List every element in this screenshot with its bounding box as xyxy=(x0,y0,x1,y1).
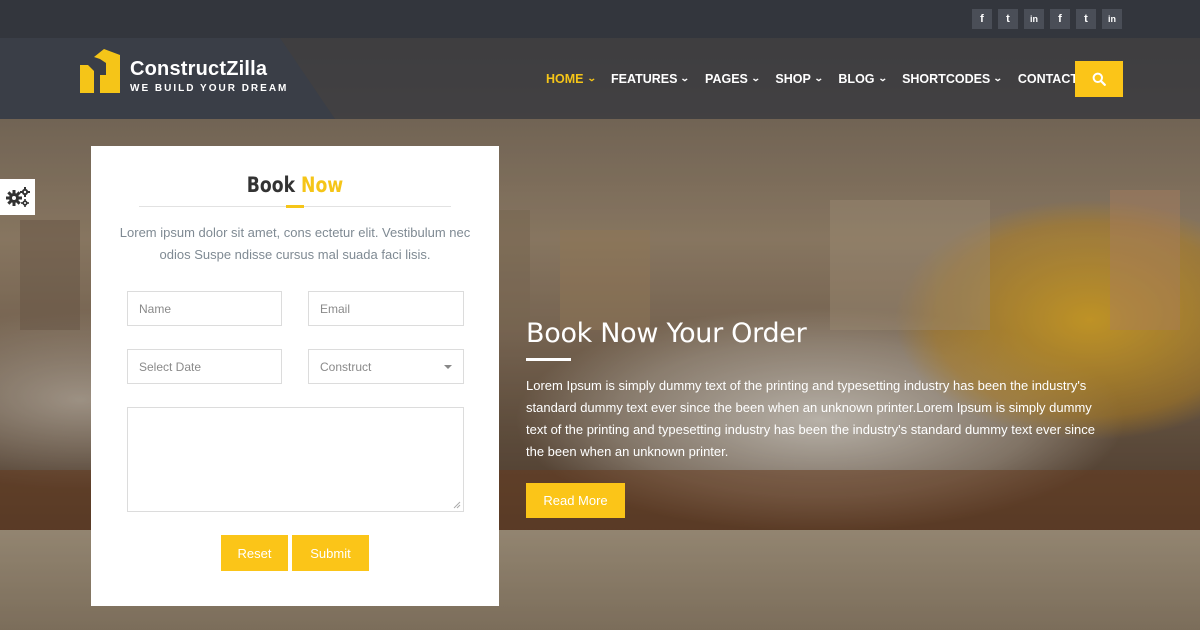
building-logo-icon xyxy=(80,49,120,93)
twitter-icon[interactable]: t xyxy=(998,9,1018,29)
hero-description: Lorem Ipsum is simply dummy text of the … xyxy=(526,378,1096,459)
chevron-down-icon: ⌄ xyxy=(750,73,761,83)
nav-item-label: HOME xyxy=(546,71,584,86)
nav-item-home[interactable]: HOME ⌄ xyxy=(546,71,597,86)
facebook-icon[interactable]: f xyxy=(1050,9,1070,29)
top-bar: f t in f t in xyxy=(0,0,1200,38)
name-input[interactable]: Name xyxy=(127,291,282,326)
read-more-button[interactable]: Read More xyxy=(526,483,625,518)
search-icon xyxy=(1092,72,1106,86)
social-links: f t in f t in xyxy=(972,9,1122,29)
nav-item-blog[interactable]: BLOG ⌄ xyxy=(838,71,888,86)
nav-item-label: BLOG xyxy=(838,71,875,86)
chevron-down-icon: ⌄ xyxy=(877,73,888,83)
facebook-icon[interactable]: f xyxy=(972,9,992,29)
settings-toggle[interactable] xyxy=(0,179,35,215)
chevron-down-icon: ⌄ xyxy=(813,73,824,83)
linkedin-icon[interactable]: in xyxy=(1102,9,1122,29)
nav-item-label: PAGES xyxy=(705,71,748,86)
booking-title-part1: Book xyxy=(246,173,296,197)
booking-form-card: Book Now Lorem ipsum dolor sit amet, con… xyxy=(91,146,499,606)
name-placeholder: Name xyxy=(139,301,172,316)
date-placeholder: Select Date xyxy=(139,359,202,374)
chevron-down-icon: ⌄ xyxy=(586,73,597,83)
booking-description: Lorem ipsum dolor sit amet, cons ectetur… xyxy=(119,225,471,262)
email-input[interactable]: Email xyxy=(308,291,464,326)
linkedin-icon[interactable]: in xyxy=(1024,9,1044,29)
main-nav: HOME ⌄ FEATURES ⌄ PAGES ⌄ SHOP ⌄ BLOG ⌄ … xyxy=(546,38,1126,119)
nav-item-shop[interactable]: SHOP ⌄ xyxy=(775,71,824,86)
title-divider-accent xyxy=(286,205,304,208)
brand-tagline: WE BUILD YOUR DREAM xyxy=(130,83,289,94)
hero-title-underline xyxy=(526,358,571,361)
nav-item-features[interactable]: FEATURES ⌄ xyxy=(611,71,691,86)
brand-name: ConstructZilla xyxy=(130,58,268,80)
date-input[interactable]: Select Date xyxy=(127,349,282,384)
construct-select[interactable]: Construct xyxy=(308,349,464,384)
site-logo[interactable]: ConstructZilla WE BUILD YOUR DREAM xyxy=(78,45,286,95)
nav-item-label: SHORTCODES xyxy=(902,71,991,86)
search-button[interactable] xyxy=(1075,61,1123,97)
nav-item-label: FEATURES xyxy=(611,71,678,86)
twitter-icon[interactable]: t xyxy=(1076,9,1096,29)
submit-button[interactable]: Submit xyxy=(292,535,369,571)
caret-down-icon xyxy=(444,364,452,369)
nav-item-label: SHOP xyxy=(775,71,811,86)
booking-title: Book Now xyxy=(128,173,463,197)
nav-item-shortcodes[interactable]: SHORTCODES ⌄ xyxy=(902,71,1003,86)
hero-title: Book Now Your Order xyxy=(526,318,807,349)
gears-icon xyxy=(5,187,30,207)
nav-item-pages[interactable]: PAGES ⌄ xyxy=(705,71,761,86)
main-header: ConstructZilla WE BUILD YOUR DREAM HOME … xyxy=(0,38,1200,119)
booking-title-part2: Now xyxy=(301,173,344,197)
reset-button[interactable]: Reset xyxy=(221,535,288,571)
chevron-down-icon: ⌄ xyxy=(993,73,1003,83)
message-textarea[interactable] xyxy=(127,407,464,512)
email-placeholder: Email xyxy=(320,301,351,316)
chevron-down-icon: ⌄ xyxy=(680,73,691,83)
construct-selected-value: Construct xyxy=(320,359,372,374)
resize-handle-icon[interactable] xyxy=(453,501,461,509)
